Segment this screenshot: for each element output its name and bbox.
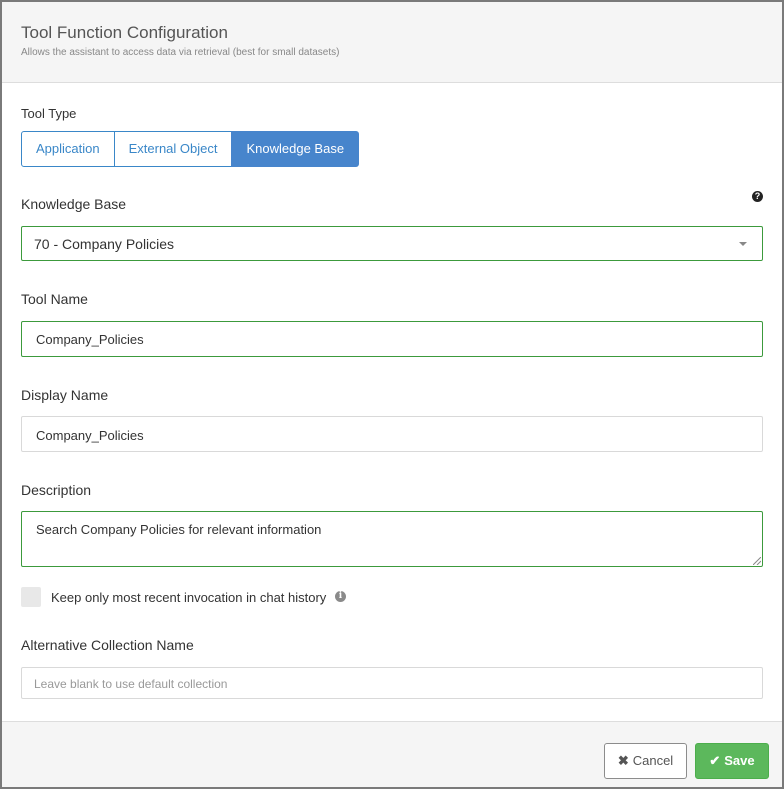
alt-collection-placeholder: Leave blank to use default collection [34,677,228,691]
display-name-label: Display Name [21,387,109,403]
display-name-input[interactable]: Company_Policies [21,416,763,452]
caret-down-icon [739,242,747,246]
knowledge-base-select[interactable]: 70 - Company Policies [21,226,763,261]
close-icon: ✖ [617,753,629,768]
resize-grip-icon[interactable] [753,557,761,565]
tool-type-option-application[interactable]: Application [21,131,115,167]
cancel-button[interactable]: ✖ Cancel [604,743,687,779]
question-circle-icon[interactable]: ? [752,191,763,202]
knowledge-base-label: Knowledge Base [21,196,127,212]
tool-name-input[interactable]: Company_Policies [21,321,763,357]
description-textarea[interactable]: Search Company Policies for relevant inf… [21,511,763,567]
display-name-value: Company_Policies [36,428,144,443]
tool-name-value: Company_Policies [36,332,144,347]
cancel-button-label: Cancel [632,753,674,768]
dialog-title: Tool Function Configuration [21,23,228,42]
dialog-header: Tool Function Configuration Allows the a… [2,2,782,83]
description-value: Search Company Policies for relevant inf… [36,522,322,537]
tool-type-segmented-control: Application External Object Knowledge Ba… [21,131,360,167]
tool-type-label: Tool Type [21,106,77,121]
info-circle-icon[interactable]: i [335,591,346,602]
keep-recent-checkbox[interactable] [21,587,41,607]
tool-type-option-external-object[interactable]: External Object [113,131,233,167]
check-icon: ✔ [709,753,721,768]
knowledge-base-selected-value: 70 - Company Policies [34,236,175,252]
dialog-subtitle: Allows the assistant to access data via … [21,47,340,58]
tool-name-label: Tool Name [21,291,88,307]
keep-recent-label: Keep only most recent invocation in chat… [51,590,327,605]
description-label: Description [21,482,92,498]
tool-function-dialog: Tool Function Configuration Allows the a… [0,0,784,789]
alt-collection-label: Alternative Collection Name [21,637,194,653]
alt-collection-input[interactable]: Leave blank to use default collection [21,667,763,699]
save-button[interactable]: ✔ Save [695,743,769,779]
save-button-label: Save [724,753,755,768]
dialog-footer: ✖ Cancel ✔ Save [2,721,782,787]
tool-type-option-knowledge-base[interactable]: Knowledge Base [231,131,360,167]
